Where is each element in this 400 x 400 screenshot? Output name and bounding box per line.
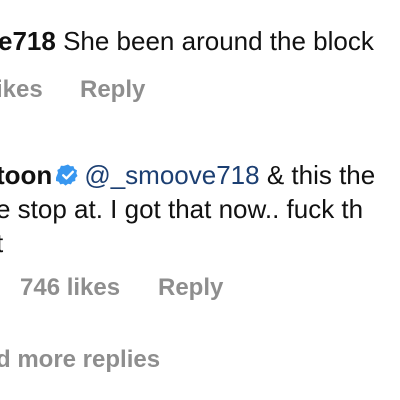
comment-1-reply-button[interactable]: Reply (80, 76, 145, 104)
view-more-replies-button[interactable]: d more replies (0, 346, 160, 374)
comment-2-body-line-1: & this the (259, 160, 376, 190)
comment-2-text-line-3: t (0, 228, 3, 258)
verified-badge-icon (56, 163, 80, 193)
comment-2-text-line-1: toon @_smoove718 & this the (0, 160, 375, 193)
comment-1-likes[interactable]: ikes (0, 76, 43, 104)
comment-1-username[interactable]: e718 (0, 26, 56, 56)
mention-link[interactable]: @_smoove718 (84, 160, 259, 190)
comment-1-body: She been around the block (55, 26, 374, 56)
comment-2-reply-button[interactable]: Reply (158, 274, 223, 302)
comment-2-likes[interactable]: 746 likes (20, 274, 120, 302)
comment-2-body-line-2: e stop at. I got that now.. fuck th (0, 194, 364, 224)
comment-2-text-line-2: e stop at. I got that now.. fuck th (0, 194, 363, 224)
comment-2-body-line-3: t (0, 228, 3, 258)
comment-1-text: e718 She been around the block (0, 26, 374, 56)
comment-2-username[interactable]: toon (0, 160, 52, 190)
